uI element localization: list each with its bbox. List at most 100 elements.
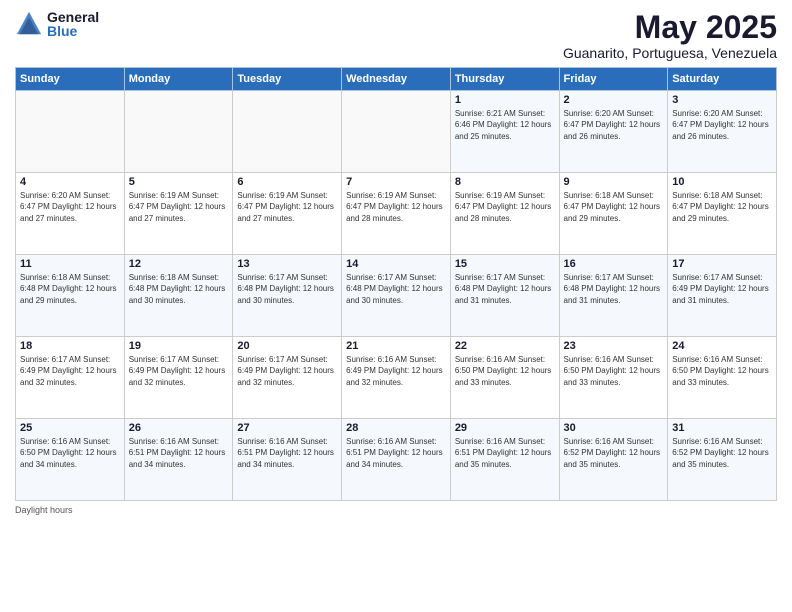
table-row: 31Sunrise: 6:16 AM Sunset: 6:52 PM Dayli… [668, 419, 777, 501]
col-saturday: Saturday [668, 68, 777, 91]
col-thursday: Thursday [450, 68, 559, 91]
table-row: 9 Sunrise: 6:18 AM Sunset: 6:47 PM Daylig… [559, 173, 668, 255]
calendar-header-row: Sunday Monday Tuesday Wednesday Thursday… [16, 68, 777, 91]
day-info: Sunrise: 6:20 AM Sunset: 6:47 PM Dayligh… [672, 108, 772, 142]
day-info: Sunrise: 6:21 AM Sunset: 6:46 PM Dayligh… [455, 108, 555, 142]
day-number: 19 [129, 340, 229, 352]
day-info: Sunrise: 6:17 AM Sunset: 6:48 PM Dayligh… [237, 272, 337, 306]
day-number: 30 [564, 422, 664, 434]
table-row: 17 Sunrise: 6:17 AM Sunset: 6:49 PM Dayli… [668, 255, 777, 337]
day-number: 1 [455, 94, 555, 106]
table-row [342, 91, 451, 173]
day-info: Sunrise: 6:20 AM Sunset: 6:47 PM Dayligh… [564, 108, 664, 142]
day-number: 26 [129, 422, 229, 434]
day-number: 14 [346, 258, 446, 270]
table-row: 7Sunrise: 6:19 AM Sunset: 6:47 PM Daylig… [342, 173, 451, 255]
table-row: 21Sunrise: 6:16 AM Sunset: 6:49 PM Dayli… [342, 337, 451, 419]
table-row: 10 Sunrise: 6:18 AM Sunset: 6:47 PM Dayli… [668, 173, 777, 255]
col-friday: Friday [559, 68, 668, 91]
table-row: 1 Sunrise: 6:21 AM Sunset: 6:46 PM Daylig… [450, 91, 559, 173]
day-info: Sunrise: 6:20 AM Sunset: 6:47 PM Dayligh… [20, 190, 120, 224]
logo-general-label: General [47, 10, 99, 24]
table-row: 15 Sunrise: 6:17 AM Sunset: 6:48 PM Dayli… [450, 255, 559, 337]
day-number: 10 [672, 176, 772, 188]
day-number: 29 [455, 422, 555, 434]
day-info: Sunrise: 6:18 AM Sunset: 6:48 PM Dayligh… [20, 272, 120, 306]
day-number: 21 [346, 340, 446, 352]
day-number: 16 [564, 258, 664, 270]
day-info: Sunrise: 6:16 AM Sunset: 6:50 PM Dayligh… [455, 354, 555, 388]
day-number: 8 [455, 176, 555, 188]
day-number: 17 [672, 258, 772, 270]
table-row [124, 91, 233, 173]
logo: General Blue [15, 10, 99, 38]
calendar-week-1: 1 Sunrise: 6:21 AM Sunset: 6:46 PM Daylig… [16, 91, 777, 173]
day-number: 28 [346, 422, 446, 434]
calendar-week-5: 25 Sunrise: 6:16 AM Sunset: 6:50 PM Dayli… [16, 419, 777, 501]
day-number: 15 [455, 258, 555, 270]
logo-text: General Blue [47, 10, 99, 38]
table-row: 13 Sunrise: 6:17 AM Sunset: 6:48 PM Dayli… [233, 255, 342, 337]
header: General Blue May 2025 Guanarito, Portugu… [15, 10, 777, 61]
day-info: Sunrise: 6:18 AM Sunset: 6:47 PM Dayligh… [672, 190, 772, 224]
table-row: 29 Sunrise: 6:16 AM Sunset: 6:51 PM Dayli… [450, 419, 559, 501]
calendar-week-2: 4Sunrise: 6:20 AM Sunset: 6:47 PM Daylig… [16, 173, 777, 255]
day-info: Sunrise: 6:16 AM Sunset: 6:50 PM Dayligh… [20, 436, 120, 470]
day-info: Sunrise: 6:19 AM Sunset: 6:47 PM Dayligh… [237, 190, 337, 224]
day-number: 18 [20, 340, 120, 352]
calendar-week-3: 11 Sunrise: 6:18 AM Sunset: 6:48 PM Dayli… [16, 255, 777, 337]
logo-icon [15, 10, 43, 38]
table-row: 18 Sunrise: 6:17 AM Sunset: 6:49 PM Dayli… [16, 337, 125, 419]
table-row: 4Sunrise: 6:20 AM Sunset: 6:47 PM Daylig… [16, 173, 125, 255]
day-info: Sunrise: 6:17 AM Sunset: 6:48 PM Dayligh… [564, 272, 664, 306]
calendar-week-4: 18 Sunrise: 6:17 AM Sunset: 6:49 PM Dayli… [16, 337, 777, 419]
table-row: 2 Sunrise: 6:20 AM Sunset: 6:47 PM Daylig… [559, 91, 668, 173]
table-row: 8 Sunrise: 6:19 AM Sunset: 6:47 PM Daylig… [450, 173, 559, 255]
table-row: 30 Sunrise: 6:16 AM Sunset: 6:52 PM Dayli… [559, 419, 668, 501]
table-row: 23Sunrise: 6:16 AM Sunset: 6:50 PM Dayli… [559, 337, 668, 419]
day-number: 25 [20, 422, 120, 434]
day-number: 24 [672, 340, 772, 352]
table-row: 11 Sunrise: 6:18 AM Sunset: 6:48 PM Dayli… [16, 255, 125, 337]
col-tuesday: Tuesday [233, 68, 342, 91]
day-info: Sunrise: 6:16 AM Sunset: 6:52 PM Dayligh… [564, 436, 664, 470]
table-row [233, 91, 342, 173]
day-number: 13 [237, 258, 337, 270]
day-info: Sunrise: 6:18 AM Sunset: 6:47 PM Dayligh… [564, 190, 664, 224]
table-row: 25 Sunrise: 6:16 AM Sunset: 6:50 PM Dayli… [16, 419, 125, 501]
location: Guanarito, Portuguesa, Venezuela [563, 45, 777, 61]
day-number: 9 [564, 176, 664, 188]
day-info: Sunrise: 6:16 AM Sunset: 6:51 PM Dayligh… [129, 436, 229, 470]
day-number: 22 [455, 340, 555, 352]
day-info: Sunrise: 6:17 AM Sunset: 6:49 PM Dayligh… [129, 354, 229, 388]
day-info: Sunrise: 6:17 AM Sunset: 6:48 PM Dayligh… [455, 272, 555, 306]
table-row: 28 Sunrise: 6:16 AM Sunset: 6:51 PM Dayli… [342, 419, 451, 501]
footer: Daylight hours [15, 505, 777, 515]
col-wednesday: Wednesday [342, 68, 451, 91]
table-row: 20Sunrise: 6:17 AM Sunset: 6:49 PM Dayli… [233, 337, 342, 419]
month-title: May 2025 [563, 10, 777, 45]
day-info: Sunrise: 6:16 AM Sunset: 6:51 PM Dayligh… [455, 436, 555, 470]
day-info: Sunrise: 6:16 AM Sunset: 6:51 PM Dayligh… [346, 436, 446, 470]
day-info: Sunrise: 6:19 AM Sunset: 6:47 PM Dayligh… [129, 190, 229, 224]
day-info: Sunrise: 6:17 AM Sunset: 6:49 PM Dayligh… [20, 354, 120, 388]
day-number: 27 [237, 422, 337, 434]
day-info: Sunrise: 6:16 AM Sunset: 6:50 PM Dayligh… [672, 354, 772, 388]
table-row: 22 Sunrise: 6:16 AM Sunset: 6:50 PM Dayli… [450, 337, 559, 419]
table-row: 19 Sunrise: 6:17 AM Sunset: 6:49 PM Dayli… [124, 337, 233, 419]
day-info: Sunrise: 6:19 AM Sunset: 6:47 PM Dayligh… [455, 190, 555, 224]
day-number: 5 [129, 176, 229, 188]
table-row: 3 Sunrise: 6:20 AM Sunset: 6:47 PM Daylig… [668, 91, 777, 173]
day-number: 11 [20, 258, 120, 270]
day-info: Sunrise: 6:17 AM Sunset: 6:49 PM Dayligh… [672, 272, 772, 306]
day-number: 2 [564, 94, 664, 106]
day-number: 3 [672, 94, 772, 106]
day-info: Sunrise: 6:16 AM Sunset: 6:50 PM Dayligh… [564, 354, 664, 388]
day-number: 12 [129, 258, 229, 270]
day-number: 6 [237, 176, 337, 188]
table-row: 16 Sunrise: 6:17 AM Sunset: 6:48 PM Dayli… [559, 255, 668, 337]
day-info: Sunrise: 6:16 AM Sunset: 6:52 PM Dayligh… [672, 436, 772, 470]
day-info: Sunrise: 6:17 AM Sunset: 6:49 PM Dayligh… [237, 354, 337, 388]
page-container: General Blue May 2025 Guanarito, Portugu… [0, 0, 792, 612]
title-block: May 2025 Guanarito, Portuguesa, Venezuel… [563, 10, 777, 61]
